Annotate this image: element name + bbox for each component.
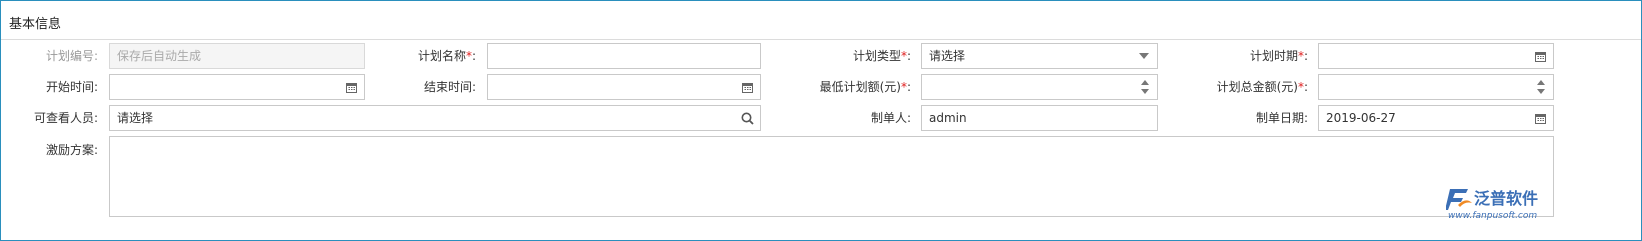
plan-period-label-text: 计划时期: [1249, 49, 1298, 63]
panel-header: 基本信息: [1, 1, 1641, 40]
plan-period-label: 计划时期*:: [1190, 42, 1308, 70]
create-date-input[interactable]: 2019-06-27: [1318, 105, 1554, 131]
total-amount-label: 计划总金额(元)*:: [1190, 73, 1308, 101]
creator-value: admin: [929, 111, 967, 125]
create-date-value: 2019-06-27: [1326, 111, 1396, 125]
search-icon[interactable]: [736, 106, 758, 130]
calendar-icon[interactable]: [1529, 44, 1551, 68]
label-colon: :: [471, 49, 476, 63]
plan-name-input[interactable]: [487, 43, 761, 69]
calendar-icon[interactable]: [340, 75, 362, 99]
plan-no-field: 保存后自动生成: [109, 43, 365, 69]
plan-name-label: 计划名称*:: [380, 42, 476, 70]
plan-type-value: 请选择: [929, 49, 966, 63]
start-time-input[interactable]: [109, 74, 365, 100]
plan-type-select[interactable]: 请选择: [921, 43, 1158, 69]
min-amount-label: 最低计划额(元)*:: [780, 73, 911, 101]
chevron-down-icon[interactable]: [1133, 44, 1155, 68]
min-amount-label-text: 最低计划额(元): [819, 80, 901, 94]
svg-text:www.fanpusoft.com: www.fanpusoft.com: [1448, 211, 1537, 221]
incentive-label: 激励方案:: [45, 143, 98, 157]
svg-text:泛普软件: 泛普软件: [1474, 189, 1538, 208]
create-date-label: 制单日期:: [1255, 111, 1308, 125]
creator-label: 制单人:: [870, 111, 911, 125]
plan-no-label: 计划编号:: [45, 49, 98, 63]
plan-period-input[interactable]: [1318, 43, 1554, 69]
viewers-value: 请选择: [117, 111, 154, 125]
end-time-label: 结束时间:: [423, 80, 476, 94]
spinner-arrows-icon[interactable]: [1139, 77, 1151, 97]
plan-type-label: 计划类型*:: [780, 42, 911, 70]
label-colon: :: [1303, 49, 1308, 63]
panel-title: 基本信息: [9, 17, 62, 32]
incentive-textarea[interactable]: [109, 136, 1554, 217]
plan-no-placeholder: 保存后自动生成: [117, 49, 202, 63]
calendar-icon[interactable]: [736, 75, 758, 99]
start-time-label: 开始时间:: [45, 80, 98, 94]
end-time-input[interactable]: [487, 74, 761, 100]
label-colon: :: [906, 49, 911, 63]
creator-field[interactable]: admin: [921, 105, 1158, 131]
viewers-label: 可查看人员:: [33, 111, 98, 125]
viewers-select[interactable]: 请选择: [109, 105, 761, 131]
plan-type-label-text: 计划类型: [852, 49, 901, 63]
calendar-icon[interactable]: [1529, 106, 1551, 130]
spinner-arrows-icon[interactable]: [1535, 77, 1547, 97]
plan-name-label-text: 计划名称: [417, 49, 466, 63]
total-amount-stepper[interactable]: [1318, 74, 1554, 100]
total-amount-label-text: 计划总金额(元): [1216, 80, 1298, 94]
label-colon: :: [1303, 80, 1308, 94]
min-amount-stepper[interactable]: [921, 74, 1158, 100]
label-colon: :: [906, 80, 911, 94]
fanpusoft-logo: 泛普软件 www.fanpusoft.com: [1445, 185, 1564, 221]
logo-mark-icon: 泛普软件 www.fanpusoft.com: [1445, 189, 1538, 221]
